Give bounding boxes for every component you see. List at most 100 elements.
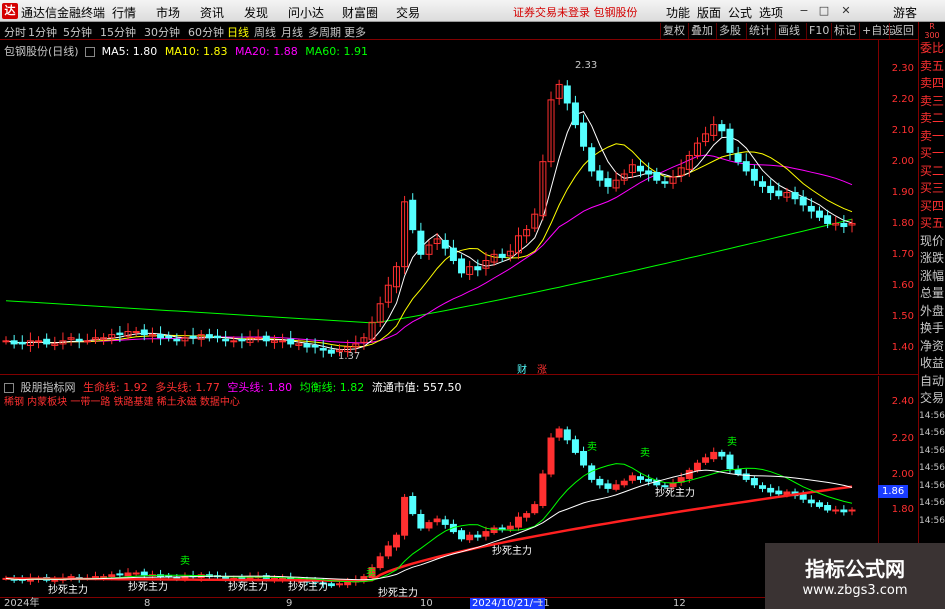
period-tab-more[interactable]: 更多 [344,24,366,40]
period-tab[interactable]: 30分钟 [144,24,180,40]
candle-body [645,170,653,175]
side-item[interactable]: 净资 [919,338,945,356]
guest-label[interactable]: 游客 [893,4,917,21]
candle-body [718,124,726,132]
menu-news[interactable]: 资讯 [200,4,224,21]
kline-main-chart[interactable]: 包钢股份(日线) MA5: 1.80 MA10: 1.83 MA20: 1.88… [0,40,878,376]
axis-label: 2.30 [891,63,914,74]
candle-body [417,230,425,255]
candle-body [441,239,449,249]
candle-body [433,518,441,523]
side-item[interactable]: 交易 [919,390,945,408]
overlay-button[interactable]: 叠加 [688,23,715,39]
side-panel-top: R [929,22,935,31]
candle-body [571,102,579,126]
time-label: 11 [537,598,550,609]
menubar: 达 通达信金融终端 行情 市场 资讯 发现 问小达 财富圈 交易 证券交易未登录… [0,0,945,22]
sector-tags[interactable]: 稀钢 内蒙板块 一带一路 铁路基建 稀土永磁 数据中心 [4,393,240,408]
menu-discover[interactable]: 发现 [244,4,268,21]
period-tab[interactable]: 月线 [281,24,303,40]
close-icon[interactable]: ✕ [838,3,854,19]
side-item[interactable]: 买一 [919,145,945,163]
candle-body [75,338,83,342]
candle-body [628,475,636,481]
legend-toggle-icon[interactable] [4,383,14,393]
candle-body [67,576,75,579]
stats-button[interactable]: 统计 [746,23,773,39]
period-tab-daily[interactable]: 日线 [227,24,249,40]
candle-body [824,215,832,224]
candle-body [726,128,734,153]
legend-toggle-icon[interactable] [85,47,96,57]
side-item[interactable]: 外盘 [919,303,945,321]
menu-layout[interactable]: 版面 [697,4,721,21]
side-item[interactable]: 涨跌 [919,250,945,268]
side-item[interactable]: 卖五 [919,58,945,76]
draw-button[interactable]: 画线 [775,23,802,39]
menu-ask[interactable]: 问小达 [288,4,324,21]
sell-label: 卖 [587,442,597,453]
side-item[interactable]: 收益 [919,355,945,373]
candle-body [238,338,246,342]
period-tab[interactable]: 1分钟 [28,24,57,40]
candle-body [702,457,710,463]
finance-marker[interactable]: 财 [517,361,527,376]
candle-body [336,583,344,586]
period-tab[interactable]: 多周期 [308,24,341,40]
side-item[interactable]: 涨幅 [919,268,945,286]
mark-button[interactable]: 标记 [831,23,858,39]
side-item[interactable]: 卖一 [919,128,945,146]
candle-body [108,574,116,578]
minimize-icon[interactable]: − [796,3,812,19]
candle-body [645,478,653,482]
menu-quotes[interactable]: 行情 [112,4,136,21]
maximize-icon[interactable]: □ [816,3,832,19]
candle-body [840,222,848,228]
candle-body [580,451,588,466]
menu-function[interactable]: 功能 [666,4,690,21]
side-item[interactable]: 买四 [919,198,945,216]
side-item[interactable]: 现价 [919,233,945,251]
candle-body [490,527,498,533]
menu-formula[interactable]: 公式 [728,4,752,21]
main-legend: 包钢股份(日线) MA5: 1.80 MA10: 1.83 MA20: 1.88… [4,43,368,59]
candle-body [588,147,596,172]
kline-svg [2,79,856,358]
candle-body [506,525,514,530]
candle-body [734,469,742,475]
f10-button[interactable]: F10 [806,23,831,39]
side-item[interactable]: 买二 [919,163,945,181]
side-item[interactable]: 买三 [919,180,945,198]
candle-body [531,504,539,514]
candle-body [140,329,148,336]
side-item[interactable]: 卖二 [919,110,945,128]
period-tab[interactable]: 5分钟 [63,24,92,40]
side-item[interactable]: 卖三 [919,93,945,111]
limit-up-marker[interactable]: 涨 [537,361,547,376]
period-tab[interactable]: 15分钟 [100,24,136,40]
ma60-line [5,218,853,324]
side-item[interactable]: 委比 [919,40,945,58]
menu-options[interactable]: 选项 [759,4,783,21]
candle-body [848,509,856,512]
side-item[interactable]: 自动 [919,373,945,391]
menu-market[interactable]: 市场 [156,4,180,21]
back-button[interactable]: 返回 [889,23,916,39]
fuquan-button[interactable]: 复权 [660,23,687,39]
candle-body [132,572,140,575]
candle-body [767,185,775,194]
period-tab[interactable]: 60分钟 [188,24,224,40]
side-item[interactable]: 买五 [919,215,945,233]
menu-trade[interactable]: 交易 [396,4,420,21]
candle-body [563,85,571,104]
watermark-url: www.zbgs3.com [802,583,908,598]
multi-stock-button[interactable]: 多股 [716,23,743,39]
indicator-chart[interactable]: 股朋指标网 生命线: 1.92 多头线: 1.77 空头线: 1.80 均衡线:… [0,376,878,599]
menu-wealth[interactable]: 财富圈 [342,4,378,21]
side-item[interactable]: 总量 [919,285,945,303]
side-item[interactable]: 卖四 [919,75,945,93]
period-tab[interactable]: 分时 [4,24,26,40]
period-tab[interactable]: 周线 [254,24,276,40]
candle-body [498,253,506,258]
side-item[interactable]: 换手 [919,320,945,338]
